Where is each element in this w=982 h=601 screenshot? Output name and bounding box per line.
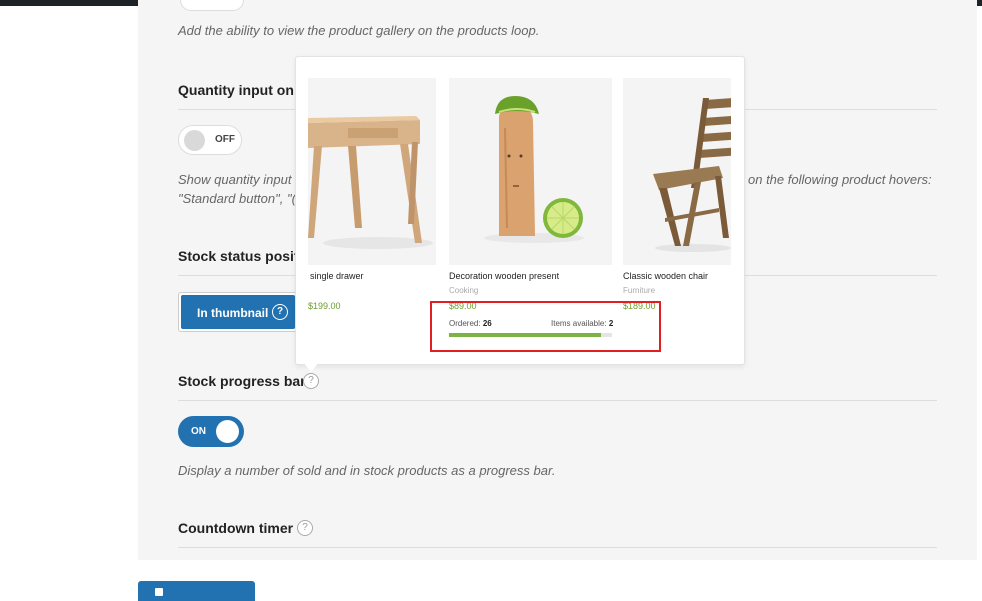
quantity-description-end: on the following product hovers: xyxy=(748,172,932,187)
product-price: $199.00 xyxy=(308,301,341,311)
in-thumbnail-option[interactable]: In thumbnail ? xyxy=(181,295,295,329)
divider xyxy=(178,400,937,401)
wooden-chair-icon xyxy=(653,98,732,252)
stock-status-position-selector: In thumbnail ? xyxy=(178,292,298,332)
product-image-drawer xyxy=(308,78,436,265)
toggle-knob xyxy=(216,420,239,443)
product-image-chair xyxy=(623,78,732,265)
stock-progress-highlight xyxy=(430,301,661,352)
product-title[interactable]: Classic wooden chair xyxy=(623,271,708,281)
drawer-table-icon xyxy=(308,116,433,249)
quantity-input-toggle[interactable]: OFF xyxy=(178,125,242,155)
save-changes-button[interactable] xyxy=(138,581,255,601)
toggle-knob xyxy=(184,130,205,151)
quantity-input-heading: Quantity input on xyxy=(178,82,294,98)
gallery-description: Add the ability to view the product gall… xyxy=(178,23,540,38)
stock-progress-heading: Stock progress bar xyxy=(178,373,306,389)
help-icon[interactable]: ? xyxy=(272,304,288,320)
product-title[interactable]: Decoration wooden present xyxy=(449,271,559,281)
toggle-label: OFF xyxy=(215,134,235,145)
help-icon[interactable]: ? xyxy=(297,520,313,536)
toggle-label: ON xyxy=(191,426,206,437)
product-title[interactable]: single drawer xyxy=(310,271,364,281)
stock-status-heading: Stock status positi xyxy=(178,248,303,264)
stock-progress-description: Display a number of sold and in stock pr… xyxy=(178,463,556,478)
countdown-timer-heading: Countdown timer xyxy=(178,520,294,536)
product-image-decoration xyxy=(449,78,612,265)
stock-progress-toggle[interactable]: ON xyxy=(178,416,244,447)
product-category[interactable]: Cooking xyxy=(449,286,478,295)
gallery-toggle[interactable] xyxy=(180,0,244,11)
popup-pointer xyxy=(303,362,319,372)
quantity-description-line2: "Standard button", "( xyxy=(178,191,296,206)
save-icon xyxy=(155,588,163,596)
divider xyxy=(178,547,937,548)
wooden-figure-icon xyxy=(484,96,584,243)
option-label: In thumbnail xyxy=(197,306,269,320)
quantity-description-start: Show quantity input xyxy=(178,172,292,187)
help-icon[interactable]: ? xyxy=(303,373,319,389)
product-category[interactable]: Furniture xyxy=(623,286,655,295)
